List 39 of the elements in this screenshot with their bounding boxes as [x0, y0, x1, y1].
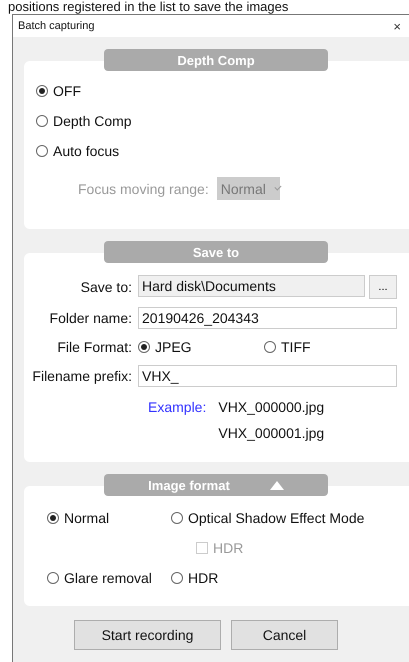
input-field[interactable]: VHX_ [138, 365, 397, 387]
field-label: Focus moving range: [78, 180, 209, 196]
radio-option[interactable]: TIFF [264, 337, 390, 357]
radio-icon[interactable] [138, 341, 150, 353]
radio-icon[interactable] [36, 145, 48, 157]
cancel-button[interactable]: Cancel [231, 620, 338, 650]
radio-option[interactable]: Normal [47, 508, 110, 528]
radio-option[interactable]: Optical Shadow Effect Mode [171, 508, 364, 528]
field-label: Save to: [80, 279, 132, 295]
radio-option[interactable]: JPEG [138, 337, 264, 357]
field-label: File Format: [56, 339, 132, 355]
radio-icon[interactable] [36, 85, 48, 97]
radio-icon[interactable] [171, 572, 183, 584]
section-title: Image format [148, 478, 230, 492]
section-title: Depth Comp [177, 52, 255, 68]
radio-option[interactable]: Depth Comp [36, 111, 132, 131]
example-filename: VHX_000000.jpg [218, 399, 324, 415]
radio-icon[interactable] [264, 341, 276, 353]
radio-option[interactable]: OFF [36, 81, 81, 101]
input-field[interactable]: Hard disk\Documents [138, 275, 365, 297]
document-text: positions registered in the list to save the images [8, 0, 288, 14]
radio-option[interactable]: HDR [171, 568, 218, 588]
close-button[interactable]: × [393, 18, 401, 34]
window-title: Batch capturing [18, 20, 94, 32]
start-recording-button[interactable]: Start recording [74, 620, 221, 650]
example-label: Example: [148, 399, 206, 415]
radio-option[interactable]: Glare removal [47, 568, 152, 588]
browse-button[interactable]: ... [369, 275, 397, 299]
section-title: Save to [192, 244, 240, 260]
radio-option[interactable]: Auto focus [36, 141, 120, 161]
radio-icon[interactable] [171, 512, 183, 524]
input-field[interactable]: 20190426_204343 [138, 307, 397, 329]
radio-icon[interactable] [47, 572, 59, 584]
radio-icon[interactable] [36, 115, 48, 127]
radio-icon[interactable] [47, 512, 59, 524]
example-filename: VHX_000001.jpg [218, 425, 324, 441]
field-label: Folder name: [48, 310, 132, 326]
field-label: Filename prefix: [31, 368, 132, 384]
caret-icon [274, 183, 282, 190]
